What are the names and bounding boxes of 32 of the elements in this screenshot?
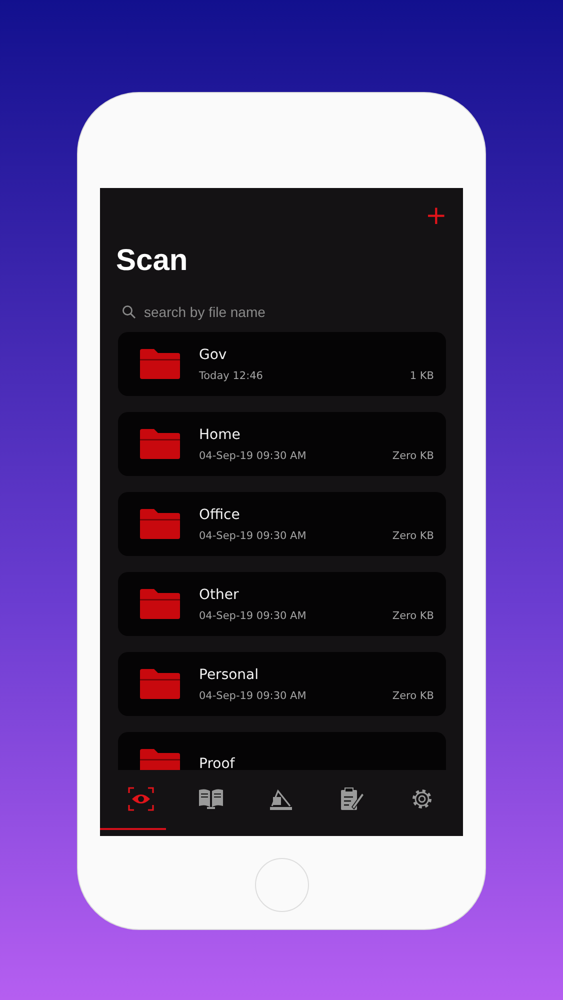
folder-date: 04-Sep-19 09:30 AM	[199, 530, 306, 542]
folder-name: Other	[199, 586, 240, 602]
folder-name: Proof	[199, 756, 236, 770]
search-icon	[122, 305, 136, 319]
folder-card[interactable]: Personal 04-Sep-19 09:30 AM Zero KB	[118, 652, 446, 716]
screen-title: Scan	[116, 244, 189, 278]
folder-name: Gov	[199, 346, 228, 362]
folder-name: Personal	[199, 666, 260, 682]
folder-card[interactable]: Other 04-Sep-19 09:30 AM Zero KB	[118, 572, 446, 636]
folder-date: Today 12:46	[199, 370, 263, 382]
folder-card[interactable]: Home 04-Sep-19 09:30 AM Zero KB	[118, 412, 446, 476]
folder-card[interactable]: Office 04-Sep-19 09:30 AM Zero KB	[118, 492, 446, 556]
folder-icon	[139, 428, 181, 460]
folder-size: Zero KB	[392, 530, 434, 542]
folder-icon	[139, 508, 181, 540]
selected-tab-indicator	[100, 828, 166, 830]
folder-size: 1 KB	[410, 370, 434, 382]
folder-size: Zero KB	[392, 450, 434, 462]
folder-name: Office	[199, 506, 241, 522]
folder-icon	[139, 348, 181, 380]
folder-card[interactable]: Gov Today 12:46 1 KB	[118, 332, 446, 396]
add-button[interactable]: +	[421, 206, 451, 222]
folder-date: 04-Sep-19 09:30 AM	[199, 690, 306, 702]
folder-date: 04-Sep-19 09:30 AM	[199, 610, 306, 622]
folder-icon	[139, 588, 181, 620]
folder-size: Zero KB	[392, 690, 434, 702]
folder-card[interactable]: Proof	[118, 732, 446, 770]
search-field[interactable]: search by file name	[142, 303, 396, 321]
folder-date: 04-Sep-19 09:30 AM	[199, 450, 306, 462]
folder-size: Zero KB	[392, 610, 434, 622]
folder-icon	[139, 668, 181, 700]
folder-name: Home	[199, 426, 242, 442]
